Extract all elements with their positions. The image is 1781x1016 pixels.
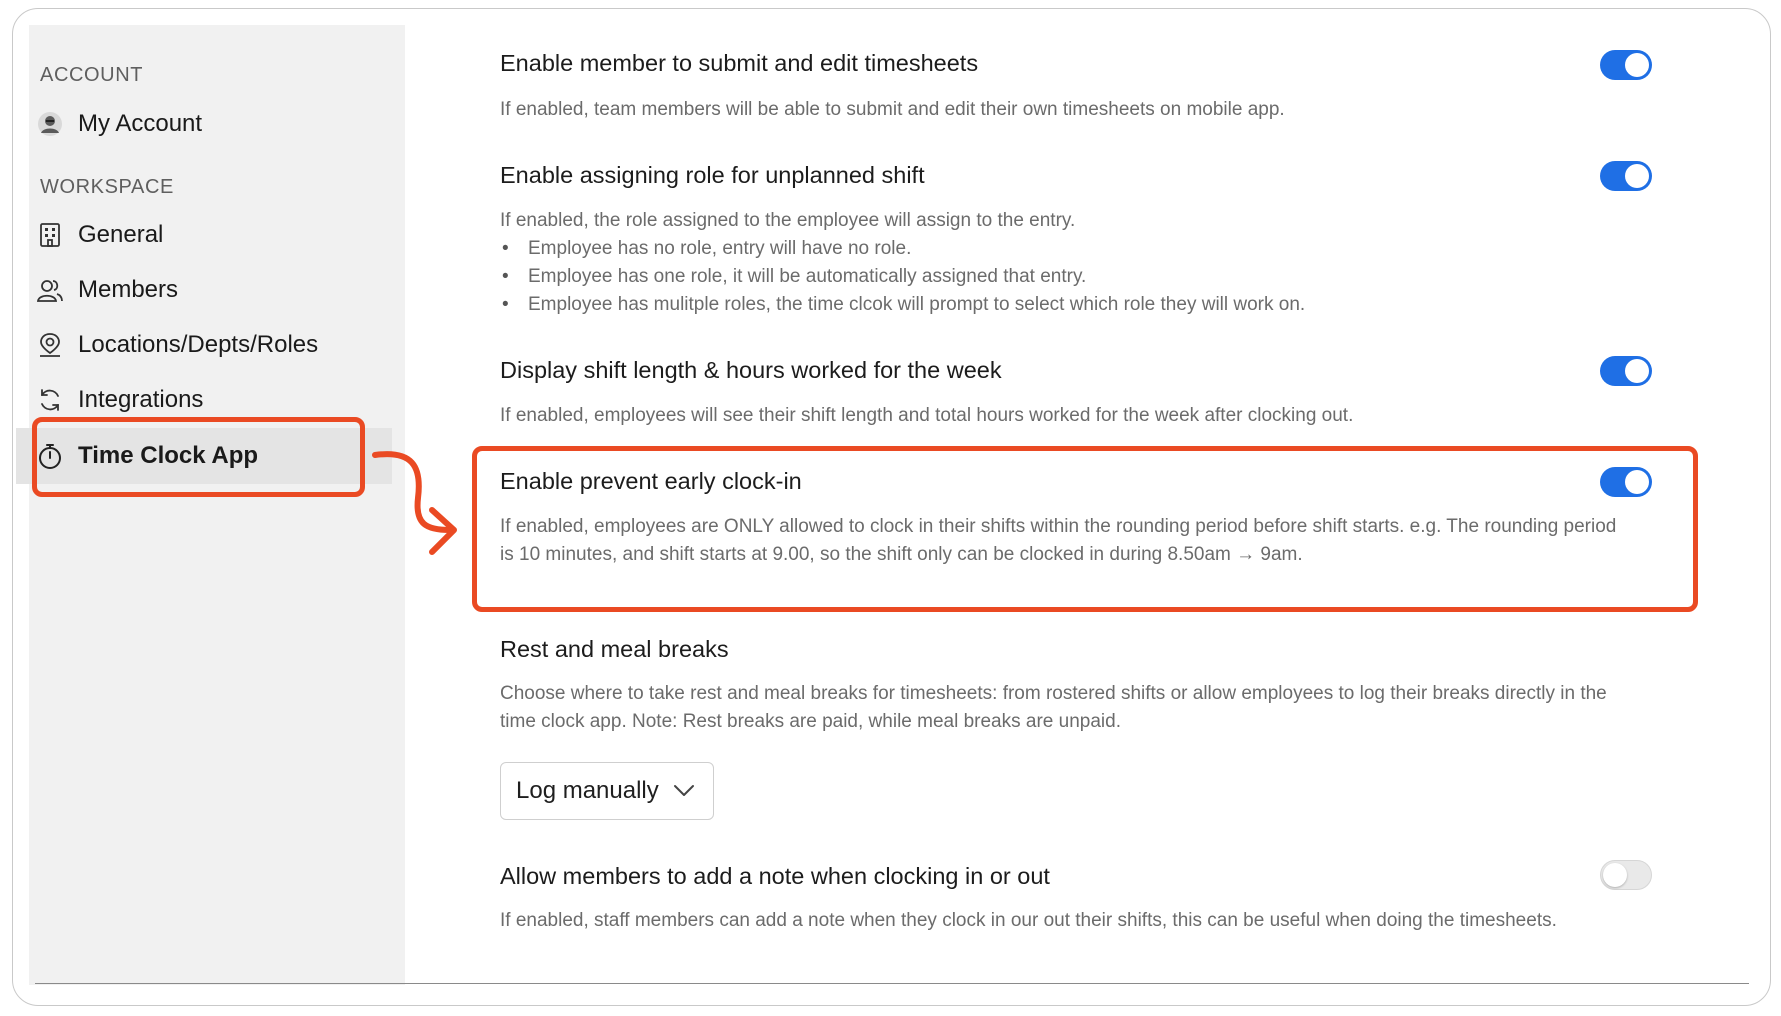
list-item: Employee has one role, it will be automa… [500, 263, 1630, 291]
setting-title: Allow members to add a note when clockin… [500, 863, 1050, 889]
setting-description: Choose where to take rest and meal break… [500, 683, 1607, 732]
toggle-submit-edit-timesheets[interactable] [1600, 50, 1652, 80]
toggle-allow-note[interactable] [1600, 860, 1652, 890]
sidebar-item-label: Locations/Depts/Roles [78, 331, 319, 358]
building-icon [36, 221, 64, 249]
sidebar-item-label: Time Clock App [78, 442, 259, 469]
setting-description: If enabled, employees are ONLY allowed t… [500, 516, 1617, 565]
select-value: Log manually [516, 777, 659, 804]
setting-title: Rest and meal breaks [500, 636, 729, 662]
toggle-knob [1603, 863, 1627, 887]
sidebar-item-label: General [78, 221, 164, 248]
toggle-prevent-early-clock-in[interactable] [1600, 467, 1652, 497]
setting-description: If enabled, staff members can add a note… [500, 910, 1557, 931]
sidebar-item-my-account[interactable]: My Account [36, 102, 356, 146]
sync-icon [36, 386, 64, 414]
sidebar-item-label: Members [78, 276, 179, 303]
toggle-knob [1625, 164, 1649, 188]
setting-description: If enabled, the role assigned to the emp… [500, 210, 1076, 231]
setting-description: If enabled, employees will see their shi… [500, 405, 1354, 426]
sidebar-item-locations[interactable]: Locations/Depts/Roles [36, 323, 356, 367]
location-pin-icon [36, 331, 64, 359]
members-icon [36, 276, 64, 304]
toggle-display-shift-length[interactable] [1600, 356, 1652, 386]
setting-description: If enabled, team members will be able to… [500, 99, 1285, 120]
sidebar-item-label: My Account [78, 110, 203, 137]
toggle-knob [1625, 53, 1649, 77]
chevron-down-icon [673, 784, 695, 798]
section-label-account: ACCOUNT [40, 64, 144, 86]
breaks-select[interactable]: Log manually [500, 762, 714, 820]
avatar-icon [36, 110, 64, 138]
setting-title: Enable member to submit and edit timeshe… [500, 50, 979, 76]
section-label-workspace: WORKSPACE [40, 176, 174, 198]
sidebar-item-general[interactable]: General [36, 213, 356, 257]
list-item: Employee has no role, entry will have no… [500, 235, 1630, 263]
toggle-knob [1625, 359, 1649, 383]
setting-title: Enable assigning role for unplanned shif… [500, 162, 925, 188]
settings-window [12, 8, 1771, 1006]
arrow-annotation-icon [372, 451, 457, 555]
sidebar-item-time-clock-app[interactable]: Time Clock App [16, 428, 392, 484]
sidebar-item-label: Integrations [78, 386, 204, 413]
sidebar-item-integrations[interactable]: Integrations [36, 378, 356, 422]
bullet-list: Employee has no role, entry will have no… [500, 235, 1630, 319]
setting-title: Enable prevent early clock-in [500, 468, 802, 494]
divider [35, 983, 1749, 984]
list-item: Employee has mulitple roles, the time cl… [500, 291, 1630, 319]
setting-title: Display shift length & hours worked for … [500, 357, 1002, 383]
sidebar-item-members[interactable]: Members [36, 268, 356, 312]
sidebar [29, 25, 405, 985]
toggle-assign-role-unplanned-shift[interactable] [1600, 161, 1652, 191]
stopwatch-icon [36, 442, 64, 470]
toggle-knob [1625, 470, 1649, 494]
